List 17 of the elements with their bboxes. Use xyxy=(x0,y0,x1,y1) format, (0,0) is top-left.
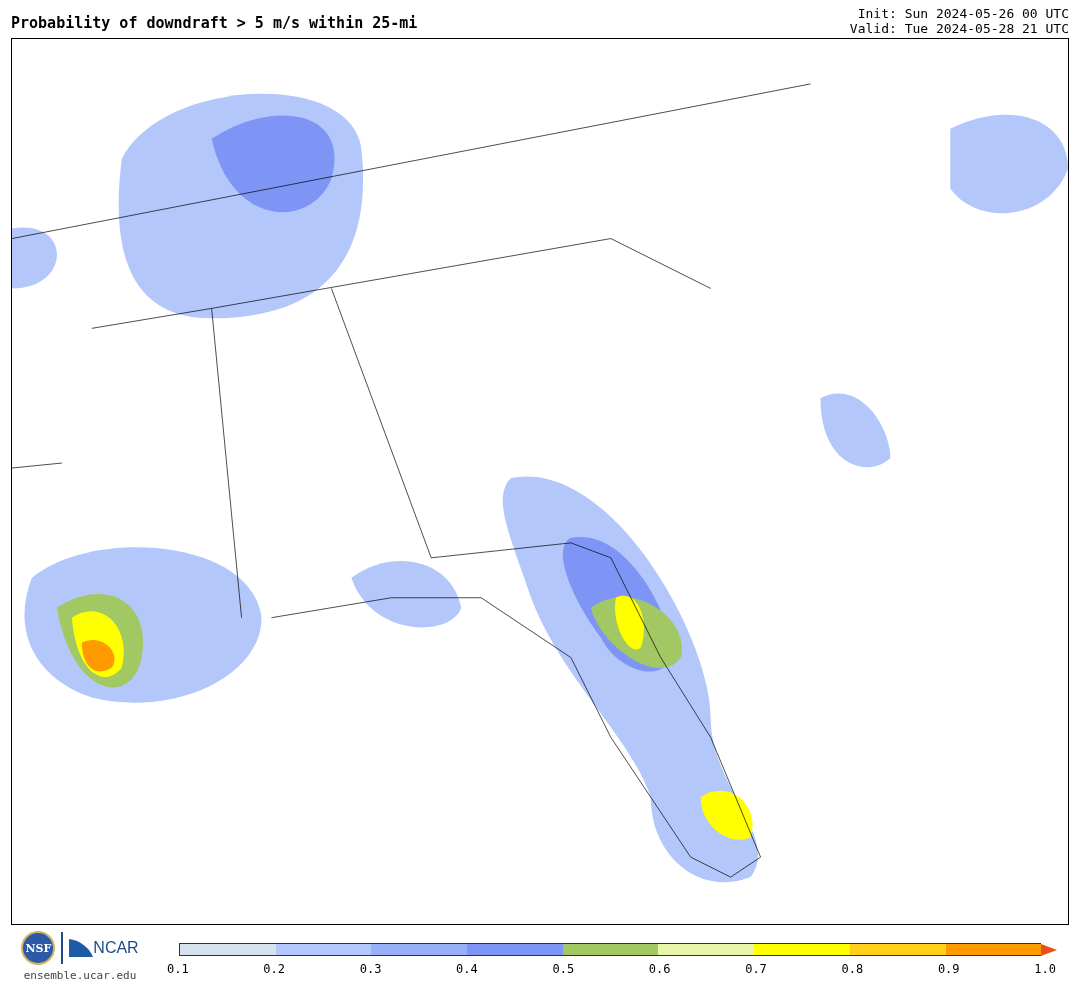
init-time: Init: Sun 2024-05-26 00 UTC xyxy=(856,6,1069,21)
tick-label: 0.6 xyxy=(648,962,671,976)
nsf-logo: NSF xyxy=(21,931,56,965)
tick-label: 0.4 xyxy=(456,962,478,976)
tick-label: 0.9 xyxy=(937,962,960,976)
ncar-logo-text: NCAR xyxy=(93,939,139,957)
tick-label: 0.1 xyxy=(167,962,189,976)
valid-time: Valid: Tue 2024-05-28 21 UTC xyxy=(849,21,1069,36)
tick-label: 1.0 xyxy=(1034,962,1056,976)
tick-label: 0.2 xyxy=(263,962,286,976)
chart-title: Probability of downdraft > 5 m/s within 25-mi xyxy=(11,14,418,34)
tick-label: 0.5 xyxy=(552,962,575,976)
tick-label: 0.8 xyxy=(841,962,864,976)
tick-label: 0.3 xyxy=(359,962,382,976)
swoosh-icon xyxy=(69,939,94,957)
tick-label: 0.7 xyxy=(745,962,767,976)
website-url: ensemble.ucar.edu xyxy=(23,969,137,982)
